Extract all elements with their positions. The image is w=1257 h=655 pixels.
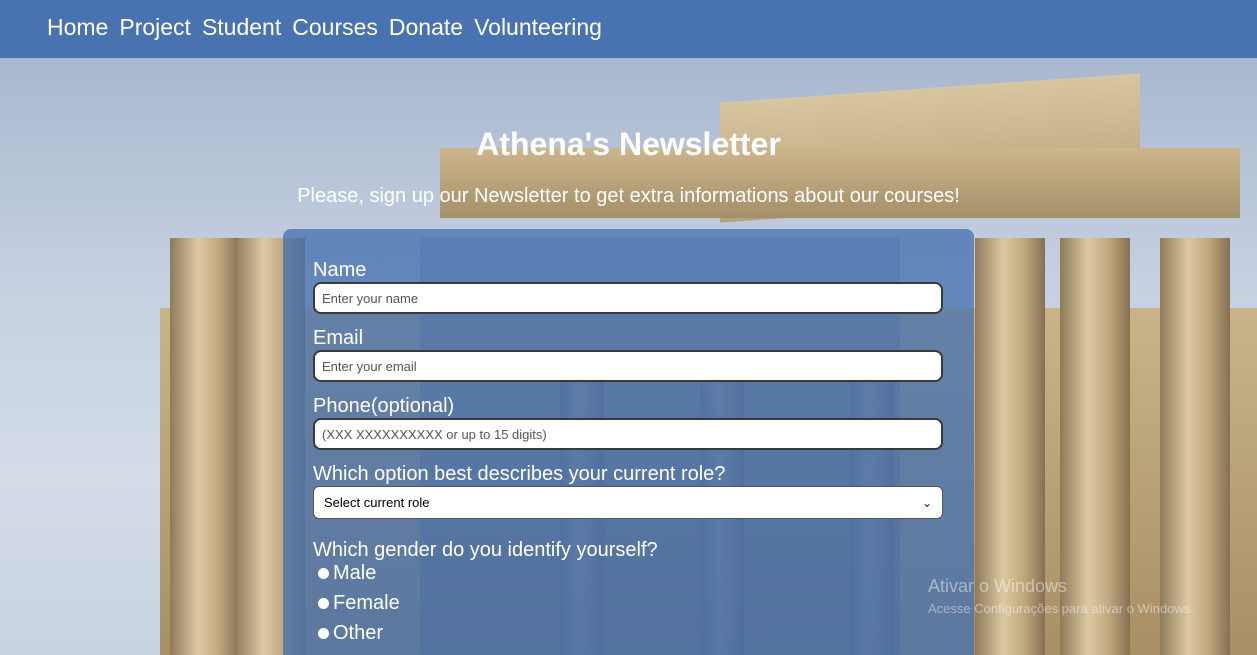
- radio-button[interactable]: [318, 568, 329, 579]
- nav-donate[interactable]: Donate: [389, 15, 463, 39]
- page-subtitle: Please, sign up our Newsletter to get ex…: [297, 185, 960, 207]
- radio-button[interactable]: [318, 598, 329, 609]
- gender-option-label: Male: [333, 562, 377, 584]
- nav-project[interactable]: Project: [119, 15, 191, 39]
- name-input[interactable]: [313, 282, 943, 314]
- role-label: Which option best describes your current…: [313, 463, 726, 485]
- windows-activation-watermark: Ativar o Windows Acesse Configurações pa…: [928, 576, 1194, 616]
- role-select[interactable]: Select current role ⌄: [313, 486, 943, 519]
- watermark-line-1: Ativar o Windows: [928, 576, 1068, 596]
- email-input[interactable]: [313, 350, 943, 382]
- phone-label: Phone(optional): [313, 395, 455, 417]
- email-label: Email: [313, 327, 364, 349]
- nav-courses[interactable]: Courses: [292, 15, 378, 39]
- newsletter-form: Name Email Phone(optional) Which option …: [283, 229, 974, 655]
- nav-home[interactable]: Home: [47, 15, 108, 39]
- nav-volunteering[interactable]: Volunteering: [474, 15, 602, 39]
- watermark-line-2: Acesse Configurações para ativar o Windo…: [928, 601, 1194, 616]
- role-select-value: Select current role: [324, 495, 430, 510]
- radio-button[interactable]: [318, 628, 329, 639]
- gender-label: Which gender do you identify yourself?: [313, 539, 658, 561]
- nav-student[interactable]: Student: [202, 15, 281, 39]
- gender-option-label: Female: [333, 592, 400, 614]
- gender-option-female[interactable]: Female: [318, 592, 400, 615]
- temple-column: [170, 238, 240, 655]
- phone-input[interactable]: [313, 418, 943, 450]
- chevron-down-icon: ⌄: [921, 495, 932, 510]
- gender-option-male[interactable]: Male: [318, 562, 376, 585]
- gender-option-other[interactable]: Other: [318, 622, 383, 645]
- gender-option-label: Other: [333, 622, 384, 644]
- name-label: Name: [313, 259, 367, 281]
- page-title: Athena's Newsletter: [476, 126, 781, 162]
- top-nav: Home Project Student Courses Donate Volu…: [0, 0, 1257, 58]
